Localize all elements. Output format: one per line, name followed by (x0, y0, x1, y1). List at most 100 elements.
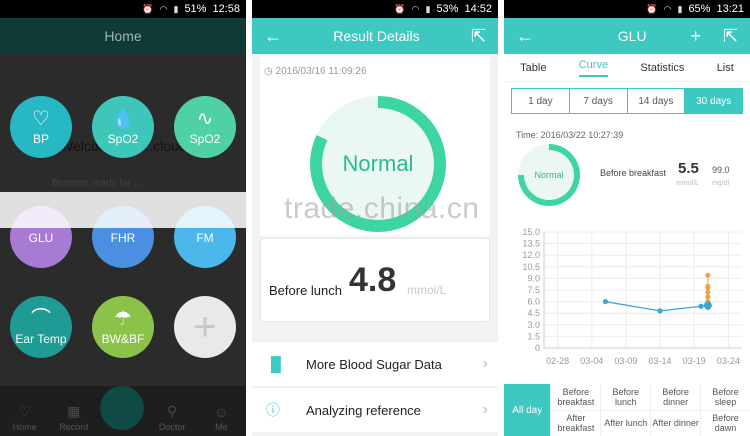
x-tick-label: 03-09 (614, 356, 637, 366)
y-tick-label: 15.0 (522, 227, 540, 237)
measure-datetime: 2016/03/16 11:09:26 (275, 66, 367, 77)
alarm-icon: ⏰ (646, 3, 658, 14)
meal-filter-option[interactable]: After lunch (601, 409, 651, 436)
glucose-curve-chart: 0 1.53.0 4.56.0 7.5 9.010.5 12.013.5 15.0 02-28… (522, 227, 742, 366)
home-screen: ⏰ ◠ ▮ 51% 12:58 Home Welcome to ....clou… (0, 0, 246, 436)
filter-all-day[interactable]: All day (504, 384, 551, 436)
nav-doctor[interactable]: ⚲ Doctor (150, 403, 194, 432)
data-point (698, 303, 704, 309)
share-icon[interactable]: ⇱ (723, 26, 738, 47)
battery-level: 51% (184, 3, 207, 15)
x-tick-label: 03-24 (717, 356, 740, 366)
back-arrow-icon[interactable]: ← (264, 26, 282, 47)
range-1-day[interactable]: 1 day (512, 89, 569, 113)
tab-list[interactable]: List (717, 62, 734, 74)
meal-filter-option[interactable]: Before dawn (701, 409, 750, 436)
bp-button[interactable]: ♡ BP (10, 96, 72, 158)
latest-time: Time: 2016/03/22 10:27:39 (516, 130, 624, 140)
status-bar: ⏰ ◠ ▮ 65% 13:21 (504, 0, 750, 18)
meal-filter-option[interactable]: After dinner (651, 409, 701, 436)
status-bar: ⏰ ◠ ▮ 53% 14:52 (252, 0, 498, 18)
nav-me[interactable]: ☺ Me (199, 404, 243, 432)
spo2-a-button[interactable]: 💧 SpO2 (92, 96, 154, 158)
analyzing-reference-row[interactable]: ⓘ Analyzing reference › (252, 388, 498, 432)
y-tick-label: 7.5 (527, 285, 540, 295)
range-30-days[interactable]: 30 days (684, 89, 742, 113)
meal-filter-option[interactable]: Before breakfast (551, 384, 600, 410)
info-icon: ⓘ (266, 402, 280, 418)
chevron-right-icon: › (482, 355, 488, 372)
bw-bf-icon: ☂ (114, 308, 132, 330)
bw-bf-button[interactable]: ☂ BW&BF (92, 296, 154, 358)
data-point-latest (703, 301, 712, 310)
data-point (705, 283, 711, 289)
y-tick-label: 12.0 (522, 250, 540, 260)
nav-me-label: Me (215, 422, 228, 432)
back-arrow-icon[interactable]: ← (516, 26, 534, 47)
meal-filter-bar: All day Before breakfast After breakfast B… (504, 384, 750, 436)
series-line (605, 300, 708, 312)
add-button[interactable]: + (174, 296, 236, 358)
fm-label: FM (196, 231, 214, 245)
wifi-icon: ◠ (663, 3, 672, 14)
bp-label: BP (32, 132, 49, 146)
glucose-unit: mmol/L (676, 180, 699, 187)
status-bar: ⏰ ◠ ▮ 51% 12:58 (0, 0, 246, 18)
view-tabs: Table Curve Statistics List (504, 54, 750, 82)
x-tick-label: 03-19 (683, 356, 706, 366)
meal-filter-option[interactable]: Before lunch (601, 384, 650, 410)
center-action-button[interactable] (100, 386, 144, 430)
nav-home[interactable]: ♡ Home (3, 403, 47, 432)
header-bar: ← GLU + ⇱ (504, 18, 750, 54)
nav-record-label: Record (59, 422, 89, 432)
page-title: Home (0, 18, 246, 54)
row-label: More Blood Sugar Data (306, 356, 442, 372)
glu-curve-screen: ⏰ ◠ ▮ 65% 13:21 ← GLU + ⇱ Table Curve St… (504, 0, 750, 436)
x-tick-label: 03-14 (649, 356, 672, 366)
page-title: Result Details (333, 28, 420, 44)
spo2-b-label: SpO2 (189, 132, 221, 146)
glucose-value: 5.5 (678, 160, 699, 177)
range-14-days[interactable]: 14 days (626, 89, 685, 113)
spo2-b-button[interactable]: ∿ SpO2 (174, 96, 236, 158)
y-tick-label: 4.5 (527, 308, 540, 318)
alarm-icon: ⏰ (142, 3, 154, 14)
more-blood-sugar-row[interactable]: ▐▌ More Blood Sugar Data › (252, 342, 498, 386)
range-7-days[interactable]: 7 days (568, 89, 627, 113)
ear-temp-button[interactable]: ⌒ Ear Temp (10, 296, 72, 358)
tab-statistics[interactable]: Statistics (640, 62, 684, 74)
battery-level: 53% (436, 3, 459, 15)
filter-column: Before breakfast After breakfast (550, 384, 601, 436)
heart-icon: ♡ (18, 403, 31, 419)
filter-column: Before sleep Before dawn (700, 384, 750, 436)
signal-icon: ▮ (173, 3, 179, 14)
screens-collage: ⏰ ◠ ▮ 51% 12:58 Home Welcome to ....clou… (0, 0, 750, 436)
nav-record[interactable]: ▦ Record (52, 403, 96, 432)
meal-filter-option[interactable]: Before dinner (651, 384, 700, 410)
nav-home-label: Home (12, 422, 37, 432)
tab-curve[interactable]: Curve (578, 59, 609, 77)
reading-unit: mmol/L (407, 283, 447, 297)
meal-filter-option[interactable]: Before sleep (701, 384, 750, 410)
x-tick-label: 03-04 (580, 356, 603, 366)
y-tick-label: 13.5 (522, 239, 540, 249)
bw-bf-label: BW&BF (101, 332, 145, 346)
add-label: + (193, 304, 217, 349)
filter-column: Before lunch After lunch (600, 384, 651, 436)
y-tick-label: 10.5 (522, 262, 540, 272)
tab-table[interactable]: Table (520, 62, 546, 74)
person-icon: ☺ (214, 404, 229, 420)
ear-temp-icon: ⌒ (31, 308, 51, 330)
page-title: GLU (617, 28, 647, 44)
ear-temp-label: Ear Temp (15, 332, 67, 346)
signal-icon: ▮ (425, 3, 431, 14)
add-icon[interactable]: + (690, 26, 701, 47)
y-tick-label: 1.5 (527, 331, 540, 341)
battery-level: 65% (688, 3, 711, 15)
share-icon[interactable]: ⇱ (471, 26, 486, 47)
clock: 13:21 (716, 3, 744, 15)
wifi-icon: ◠ (159, 3, 168, 14)
meal-filter-option[interactable]: After breakfast (551, 409, 601, 436)
search-icon: ⚲ (167, 403, 178, 419)
fhr-label: FHR (110, 231, 136, 245)
